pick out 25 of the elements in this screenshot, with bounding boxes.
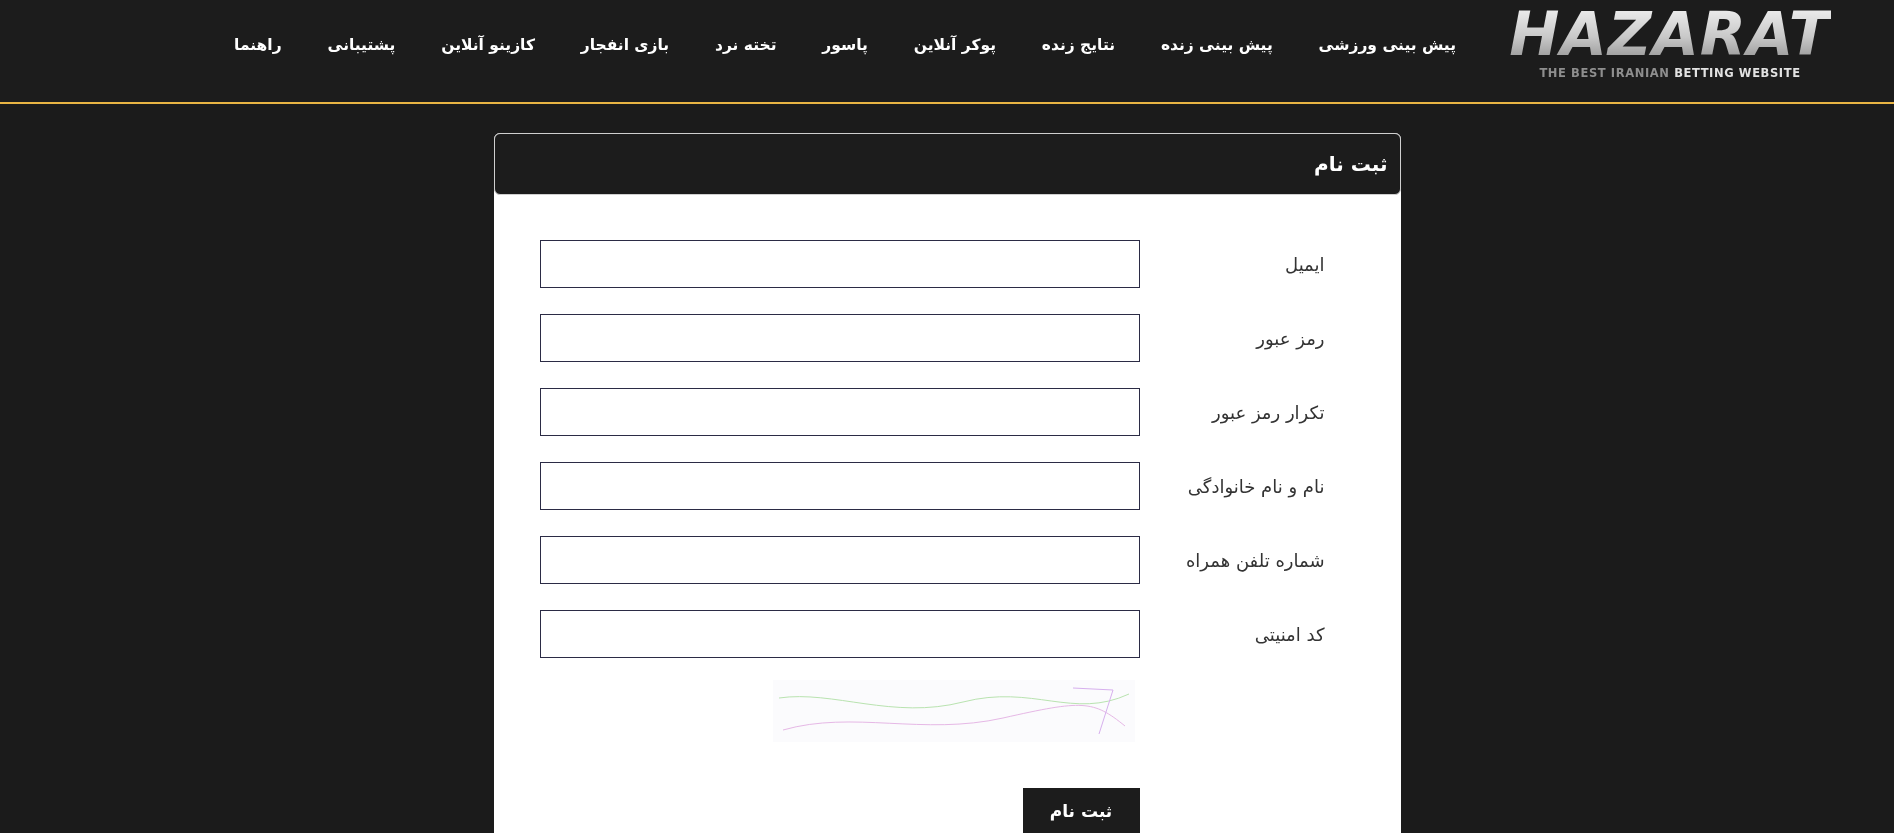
field-label: نام و نام خانوادگی: [1187, 475, 1325, 497]
nav-link[interactable]: تخته نرد: [714, 34, 777, 56]
input-field[interactable]: [539, 610, 1140, 658]
logo-tagline: THE BEST IRANIAN BETTING WEBSITE: [1539, 65, 1801, 81]
input-field[interactable]: [539, 388, 1140, 436]
nav-link[interactable]: نتایج زنده: [1041, 34, 1116, 56]
field-label: شماره تلفن همراه: [1185, 549, 1325, 571]
nav-link[interactable]: کازینو آنلاین: [441, 34, 535, 56]
nav-link[interactable]: پیش بینی زنده: [1160, 34, 1273, 56]
nav-link[interactable]: پشتیبانی: [327, 34, 396, 56]
submit-button[interactable]: ثبت نام: [1022, 788, 1140, 833]
field-label: تکرار رمز عبور: [1212, 401, 1325, 423]
field-label: رمز عبور: [1256, 327, 1325, 349]
input-field[interactable]: [539, 314, 1140, 362]
nav-link[interactable]: پوکر آنلاین: [913, 34, 996, 56]
nav-link[interactable]: پیش بینی ورزشی: [1318, 34, 1456, 56]
field-label: کد امنیتی: [1254, 623, 1325, 645]
nav-link[interactable]: راهنما: [234, 34, 282, 56]
form-title: ثبت نام: [1314, 152, 1388, 176]
field-label: ایمیل: [1285, 253, 1325, 275]
nav-link[interactable]: پاسور: [822, 34, 868, 56]
input-field[interactable]: [539, 462, 1140, 510]
nav-link[interactable]: بازی انفجار: [580, 34, 670, 56]
input-field[interactable]: [539, 536, 1140, 584]
input-field[interactable]: [539, 240, 1140, 288]
